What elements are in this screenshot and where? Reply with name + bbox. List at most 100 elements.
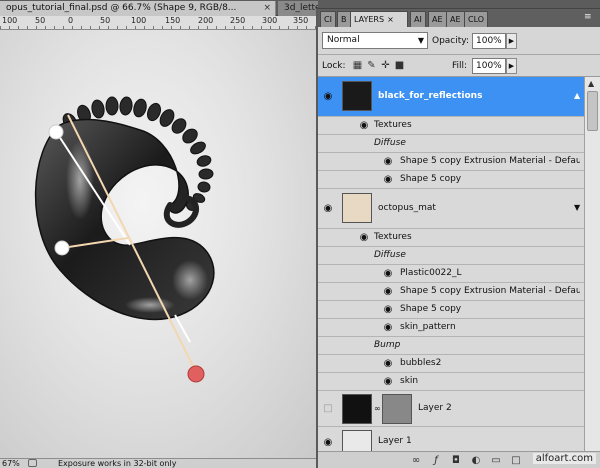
diffuse-category-row: Diffuse [318, 247, 584, 265]
visibility-eye-icon[interactable]: ◉ [380, 356, 396, 372]
mask-icon[interactable]: ◘ [450, 455, 462, 467]
texture-item-row[interactable]: ◉ Shape 5 copy Extrusion Material - Defa… [318, 153, 584, 171]
blend-mode-value: Normal [327, 35, 360, 45]
expand-arrow-icon[interactable]: ▲ [574, 91, 580, 100]
scroll-up-icon[interactable]: ▲ [588, 79, 594, 88]
bump-label: Bump [374, 340, 401, 350]
diffuse-label: Diffuse [374, 250, 406, 260]
textures-label: Textures [374, 232, 412, 242]
panel-tab[interactable]: AE [446, 11, 465, 27]
adjustment-icon[interactable]: ◐ [470, 455, 482, 467]
layer-thumbnail [342, 430, 372, 451]
texture-item-row[interactable]: ◉ bubbles2 [318, 355, 584, 373]
light-handle-red[interactable] [187, 365, 205, 383]
visibility-eye-icon[interactable]: ◉ [356, 230, 372, 246]
highlight [125, 297, 175, 313]
close-panel-icon[interactable]: × [387, 15, 394, 24]
visibility-eye-icon[interactable]: ◉ [380, 284, 396, 300]
ruler-label: 50 [100, 16, 111, 25]
diffuse-label: Diffuse [374, 138, 406, 148]
light-handle[interactable] [54, 240, 70, 256]
zoom-level[interactable]: 67% [2, 459, 20, 468]
visibility-eye-icon[interactable]: ◉ [380, 320, 396, 336]
folder-icon[interactable]: ▭ [490, 455, 502, 467]
texture-item-row[interactable]: ◉ skin [318, 373, 584, 391]
fill-slider-button[interactable]: ▶ [506, 58, 517, 74]
ruler-label: 350 [293, 16, 309, 25]
layer-row-black-for-reflections[interactable]: ◉ black_for_reflections ▲ [318, 77, 584, 117]
texture-item-row[interactable]: ◉ Plastic0022_L [318, 265, 584, 283]
lock-all-icon[interactable]: ■ [394, 60, 405, 71]
visibility-eye-icon[interactable]: ◉ [320, 89, 336, 105]
fx-icon[interactable]: ƒ [430, 455, 442, 467]
panel-tab-bar: CI B LAYERS × AI AE AE CLO ≡ [318, 9, 600, 27]
visibility-eye-icon[interactable]: ◉ [380, 266, 396, 282]
ruler-label: 300 [262, 16, 278, 25]
visibility-eye-icon[interactable]: ◉ [380, 154, 396, 170]
layers-footer: ∞ ƒ ◘ ◐ ▭ □ alfoart.com [318, 451, 600, 468]
panel-tab[interactable]: AI [410, 11, 426, 27]
visibility-eye-icon[interactable]: ◉ [380, 302, 396, 318]
expand-arrow-icon[interactable]: ▼ [574, 203, 580, 212]
panel-tab-label: AE [450, 15, 461, 24]
panel-tab-label: AE [432, 15, 443, 24]
visibility-eye-icon[interactable]: ◉ [380, 374, 396, 390]
textures-group-row[interactable]: ◉ Textures [318, 117, 584, 135]
document-tab-active[interactable]: opus_tutorial_final.psd @ 66.7% (Shape 9… [0, 1, 276, 16]
layer-thumbnail [342, 81, 372, 111]
lock-transparent-icon[interactable]: ▦ [352, 60, 363, 71]
texture-item-row[interactable]: ◉ skin_pattern [318, 319, 584, 337]
layer-name[interactable]: Layer 2 [418, 403, 452, 413]
textures-label: Textures [374, 120, 412, 130]
layer-row-layer-1[interactable]: ◉ Layer 1 [318, 427, 584, 451]
close-tab-icon[interactable]: × [263, 1, 271, 15]
document-tab-inactive[interactable]: 3d_lette [278, 1, 318, 16]
ruler-label: 0 [68, 16, 74, 25]
ruler-label: 150 [165, 16, 181, 25]
layer-mask-thumbnail[interactable] [382, 394, 412, 424]
panel-tab[interactable]: CLO [464, 11, 489, 27]
link-layers-icon[interactable]: ∞ [410, 455, 422, 467]
panel-tab[interactable]: CI [320, 11, 336, 27]
fill-input[interactable]: 100% [472, 58, 506, 74]
layers-list: ◉ black_for_reflections ▲ ◉ Textures Dif… [318, 77, 600, 451]
texture-item-row[interactable]: ◉ Shape 5 copy [318, 301, 584, 319]
opacity-slider-button[interactable]: ▶ [506, 33, 517, 49]
document-canvas[interactable] [0, 30, 318, 458]
lock-label: Lock: [322, 61, 346, 71]
blend-mode-select[interactable]: Normal ▼ [322, 32, 428, 49]
visibility-eye-icon[interactable]: ◉ [320, 201, 336, 217]
texture-item-name: Shape 5 copy [400, 304, 462, 314]
layer-name[interactable]: octopus_mat [378, 203, 436, 213]
scrollbar-thumb[interactable] [587, 91, 598, 131]
visibility-eye-icon[interactable]: ◉ [380, 172, 396, 188]
panel-tab[interactable]: AE [428, 11, 447, 27]
ruler-label: 100 [2, 16, 18, 25]
panel-tab-label: AI [414, 15, 422, 24]
layer-row-octopus-mat[interactable]: ◉ octopus_mat ▼ [318, 189, 584, 229]
texture-item-name: Shape 5 copy Extrusion Material - Defaul… [400, 156, 580, 166]
light-handle[interactable] [48, 124, 64, 140]
layer-row-layer-2[interactable]: □ ∞ Layer 2 [318, 391, 584, 427]
visibility-eye-icon[interactable]: □ [320, 401, 336, 417]
status-bar: 67% Exposure works in 32-bit only [0, 458, 318, 468]
panel-tab-label: CLO [468, 15, 485, 24]
lock-position-icon[interactable]: ✛ [380, 60, 391, 71]
texture-item-row[interactable]: ◉ Shape 5 copy Extrusion Material - Defa… [318, 283, 584, 301]
tab-layers[interactable]: LAYERS × [350, 11, 408, 27]
lock-pixels-icon[interactable]: ✎ [366, 60, 377, 71]
panel-tab-label: CI [324, 15, 332, 24]
panel-menu-icon[interactable]: ≡ [584, 12, 596, 23]
layer-name[interactable]: Layer 1 [378, 436, 412, 446]
opacity-input[interactable]: 100% [472, 33, 506, 49]
visibility-eye-icon[interactable]: ◉ [356, 118, 372, 134]
visibility-eye-icon[interactable]: ◉ [320, 435, 336, 451]
textures-group-row[interactable]: ◉ Textures [318, 229, 584, 247]
status-info-icon[interactable] [28, 459, 37, 467]
texture-item-name: Shape 5 copy [400, 174, 462, 184]
texture-item-row[interactable]: ◉ Shape 5 copy [318, 171, 584, 189]
layer-name[interactable]: black_for_reflections [378, 91, 482, 101]
new-layer-icon[interactable]: □ [510, 455, 522, 467]
panel-tab[interactable]: B [337, 11, 351, 27]
layers-scrollbar[interactable]: ▲ [584, 77, 600, 451]
